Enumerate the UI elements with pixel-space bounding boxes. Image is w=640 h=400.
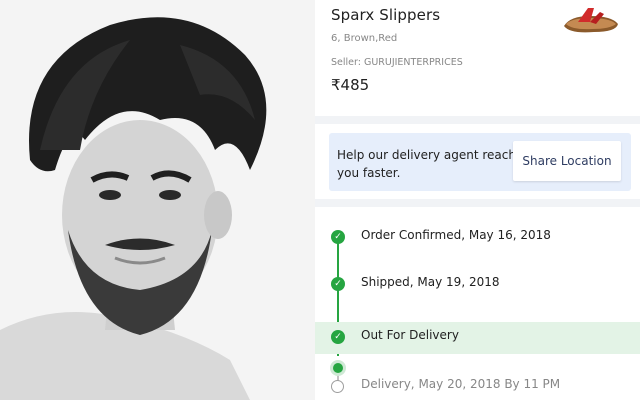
product-seller: Seller: GURUJIENTERPRICES — [331, 57, 463, 68]
checkmark-icon: ✓ — [331, 277, 345, 291]
share-location-card: Help our delivery agent reach you faster… — [329, 133, 631, 191]
tracking-step-shipped: ✓ Shipped, May 19, 2018 — [315, 269, 640, 299]
tracking-step-delivery: Delivery, May 20, 2018 By 11 PM — [315, 371, 640, 400]
portrait-photo — [0, 0, 315, 400]
section-divider — [315, 116, 640, 124]
slipper-icon[interactable] — [560, 2, 622, 40]
order-details-panel: Sparx Slippers 6, Brown,Red Seller: GURU… — [315, 0, 640, 400]
order-tracking-timeline: ✓ Order Confirmed, May 16, 2018 ✓ Shippe… — [315, 208, 640, 400]
location-prompt-text: Help our delivery agent reach you faster… — [337, 148, 516, 180]
share-location-button[interactable]: Share Location — [513, 141, 621, 181]
screen: Sparx Slippers 6, Brown,Red Seller: GURU… — [0, 0, 640, 400]
section-divider — [315, 199, 640, 207]
product-name: Sparx Slippers — [331, 6, 441, 24]
checkmark-icon: ✓ — [331, 330, 345, 344]
tracking-step-label: Order Confirmed, May 16, 2018 — [361, 228, 551, 242]
tracking-step-label: Shipped, May 19, 2018 — [361, 275, 500, 289]
tracking-step-label: Out For Delivery — [361, 328, 459, 342]
product-price: ₹485 — [331, 76, 370, 94]
portrait-illustration — [0, 0, 315, 400]
pending-circle-icon — [331, 380, 344, 393]
tracking-step-out-for-delivery: ✓ Out For Delivery — [315, 322, 640, 354]
product-variant: 6, Brown,Red — [331, 33, 398, 44]
tracking-step-label: Delivery, May 20, 2018 By 11 PM — [361, 377, 561, 391]
tracking-step-confirmed: ✓ Order Confirmed, May 16, 2018 — [315, 222, 640, 252]
checkmark-icon: ✓ — [331, 230, 345, 244]
